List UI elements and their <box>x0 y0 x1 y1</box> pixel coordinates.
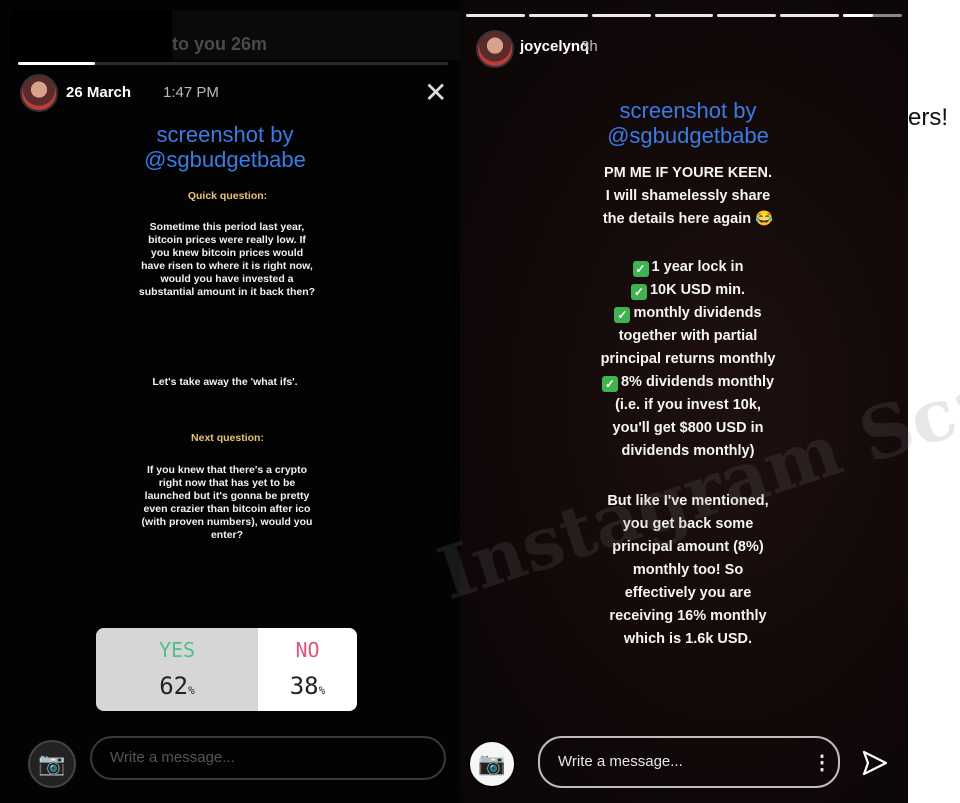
screenshot-caption: screenshot by @sgbudgetbabe <box>560 98 816 148</box>
question-2-heading: Next question: <box>191 432 264 444</box>
question-1-text: Sometime this period last year, bitcoin … <box>138 221 316 298</box>
story-time: 3h <box>581 38 598 55</box>
story-progress-segment <box>843 14 902 17</box>
caption-line-2: @sgbudgetbabe <box>607 123 769 148</box>
message-input[interactable]: Write a message... <box>538 736 840 788</box>
story-progress-segment-fill <box>843 14 873 17</box>
story-progress-segment <box>717 14 777 17</box>
story-progress-segment <box>466 14 525 17</box>
screenshot-caption: screenshot by @sgbudgetbabe <box>100 122 350 172</box>
more-options-icon[interactable]: ⋮ <box>812 750 832 775</box>
send-icon[interactable] <box>860 748 890 778</box>
camera-icon[interactable]: 📷 <box>468 740 516 788</box>
bullet-line: together with partial <box>618 328 758 344</box>
check-icon: ✓ <box>630 284 647 300</box>
story-date: 26 March <box>66 84 132 101</box>
offer-bullets: ✓ 1 year lock in ✓ 10K USD min. ✓ monthly d… <box>560 256 816 463</box>
story-progress-segment <box>528 14 588 17</box>
poll-sticker[interactable]: YES 62% NO 38% <box>96 628 357 711</box>
poll-yes-percent: 62% <box>159 672 195 700</box>
poll-option-yes[interactable]: YES 62% <box>96 628 258 711</box>
story-progress-segment <box>654 14 714 17</box>
intro-text: PM ME IF YOURE KEEN. I will shamelessly … <box>560 162 816 231</box>
caption-line-2: @sgbudgetbabe <box>144 147 306 172</box>
redaction-box <box>10 10 172 65</box>
story-time: 1:47 PM <box>163 84 219 101</box>
check-icon: ✓ <box>601 376 618 392</box>
intro-line: the details here again 😂 <box>602 211 774 227</box>
check-icon: ✓ <box>632 261 649 277</box>
bullet-item: ✓ 8% dividends monthly <box>560 371 816 394</box>
avatar[interactable] <box>20 74 58 112</box>
poll-no-percent: 38% <box>289 672 326 700</box>
outro-line: But like I've mentioned, <box>607 493 769 509</box>
poll-option-no[interactable]: NO 38% <box>258 628 357 711</box>
story-progress-bar <box>18 62 448 65</box>
question-1-heading: Quick question: <box>187 190 268 202</box>
outro-line: principal amount (8%) <box>612 539 764 555</box>
outro-line: you get back some <box>622 516 754 532</box>
outro-line: which is 1.6k USD. <box>623 631 753 647</box>
caption-line-1: screenshot by <box>619 98 757 123</box>
intro-line: PM ME IF YOURE KEEN. <box>603 165 773 181</box>
check-icon: ✓ <box>614 307 631 323</box>
bullet-line: dividends monthly) <box>621 443 755 459</box>
camera-icon[interactable]: 📷 <box>28 740 76 788</box>
story-progress-segment <box>780 14 840 17</box>
bullet-line: principal returns monthly <box>600 351 776 367</box>
background-story-text: to you 26m <box>172 34 268 54</box>
question-1-followup: Let's take away the 'what ifs'. <box>152 376 298 388</box>
story-progress-segment <box>591 14 651 17</box>
message-input[interactable]: Write a message... <box>90 736 446 780</box>
left-story-panel: to you 26m 26 March 1:47 PM ✕ screenshot… <box>0 0 460 803</box>
bullet-line: (i.e. if you invest 10k, <box>615 397 761 413</box>
bullet-item: ✓ 10K USD min. <box>560 279 816 302</box>
reply-bar: 📷 Write a message... <box>0 730 460 803</box>
bullet-item: ✓ 1 year lock in <box>560 256 816 279</box>
background-text-fragment: ers! <box>908 104 949 131</box>
poll-yes-label: YES <box>158 638 196 662</box>
bullet-line: you'll get $800 USD in <box>612 420 764 436</box>
caption-line-1: screenshot by <box>156 122 294 147</box>
bullet-item: ✓ monthly dividends <box>560 302 816 325</box>
story-username[interactable]: joycelynq <box>520 38 589 55</box>
avatar[interactable] <box>476 30 514 68</box>
story-header: 26 March 1:47 PM ✕ <box>20 72 450 112</box>
right-story-panel: joycelynq 3h screenshot by @sgbudgetbabe… <box>460 0 908 803</box>
question-2-text: If you knew that there's a crypto right … <box>141 464 313 541</box>
poll-no-label: NO <box>295 638 320 662</box>
story-progress-fill <box>18 62 96 65</box>
intro-line: I will shamelessly share <box>605 188 771 204</box>
outro-line: receiving 16% monthly <box>609 608 767 624</box>
close-icon[interactable]: ✕ <box>424 76 447 109</box>
outro-line: monthly too! So <box>632 562 744 578</box>
outro-text: But like I've mentioned, you get back so… <box>560 490 816 651</box>
outro-line: effectively you are <box>624 585 752 601</box>
